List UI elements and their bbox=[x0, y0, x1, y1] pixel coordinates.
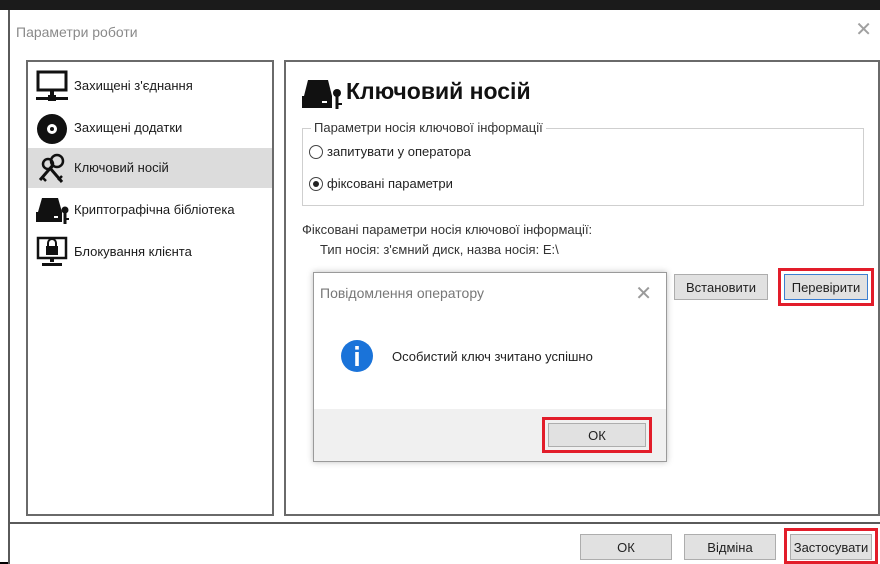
carrier-params-group: Параметри носія ключової інформації запи… bbox=[302, 120, 864, 206]
dialog-footer: ОК bbox=[314, 409, 666, 461]
page-title: Ключовий носій bbox=[346, 78, 531, 104]
fixed-params-heading: Фіксовані параметри носія ключової інфор… bbox=[302, 222, 593, 237]
sidebar-item-key-carrier[interactable]: Ключовий носій bbox=[28, 148, 272, 188]
drive-key-icon bbox=[302, 80, 342, 109]
sidebar-item-label: Блокування клієнта bbox=[74, 244, 192, 259]
sidebar-item-secure-apps[interactable]: Захищені додатки bbox=[28, 108, 272, 148]
drive-key-icon bbox=[36, 198, 69, 224]
carrier-type-text: Тип носія: з'ємний диск, назва носія: E:… bbox=[320, 242, 559, 257]
apply-button[interactable]: Застосувати bbox=[790, 534, 872, 560]
dialog-message: Особистий ключ зчитано успішно bbox=[392, 349, 593, 364]
sidebar: Захищені з'єднання Захищені додатки Ключ… bbox=[26, 60, 274, 516]
dialog-title: Повідомлення оператору bbox=[320, 285, 484, 301]
radio-fixed-params-label[interactable]: фіксовані параметри bbox=[327, 176, 453, 191]
disc-icon bbox=[37, 114, 67, 144]
monitor-lock-icon bbox=[36, 236, 68, 266]
check-button[interactable]: Перевірити bbox=[784, 274, 868, 300]
ok-button[interactable]: ОК bbox=[580, 534, 672, 560]
screen-top-strip bbox=[0, 0, 880, 10]
sidebar-item-client-lock[interactable]: Блокування клієнта bbox=[28, 232, 272, 272]
sidebar-item-label: Криптографічна бібліотека bbox=[74, 202, 235, 217]
info-icon bbox=[341, 340, 373, 372]
sidebar-item-label: Захищені з'єднання bbox=[74, 78, 193, 93]
radio-selected-dot bbox=[313, 181, 319, 187]
set-button[interactable]: Встановити bbox=[674, 274, 768, 300]
sidebar-item-secure-connections[interactable]: Захищені з'єднання bbox=[28, 66, 272, 106]
title-bar: Параметри роботи ✕ bbox=[8, 10, 880, 52]
dialog-ok-button[interactable]: ОК bbox=[548, 423, 646, 447]
dialog-close-icon[interactable]: ✕ bbox=[635, 281, 652, 306]
radio-fixed-params[interactable] bbox=[309, 177, 323, 191]
operator-message-dialog: Повідомлення оператору ✕ Особистий ключ … bbox=[313, 272, 667, 462]
group-legend: Параметри носія ключової інформації bbox=[311, 120, 546, 135]
cancel-button[interactable]: Відміна bbox=[684, 534, 776, 560]
monitor-network-icon bbox=[36, 70, 68, 101]
sidebar-item-label: Ключовий носій bbox=[74, 160, 169, 175]
radio-ask-operator[interactable] bbox=[309, 145, 323, 159]
sidebar-item-crypto-library[interactable]: Криптографічна бібліотека bbox=[28, 190, 272, 230]
close-icon[interactable]: ✕ bbox=[855, 20, 872, 40]
sidebar-item-label: Захищені додатки bbox=[74, 120, 183, 135]
settings-window: Параметри роботи ✕ Захищені з'єднання За… bbox=[0, 0, 880, 564]
keys-icon bbox=[38, 153, 65, 183]
radio-ask-operator-label[interactable]: запитувати у оператора bbox=[327, 144, 471, 159]
footer-bar: ОК Відміна Застосувати bbox=[8, 522, 880, 564]
window-title: Параметри роботи bbox=[16, 24, 138, 40]
